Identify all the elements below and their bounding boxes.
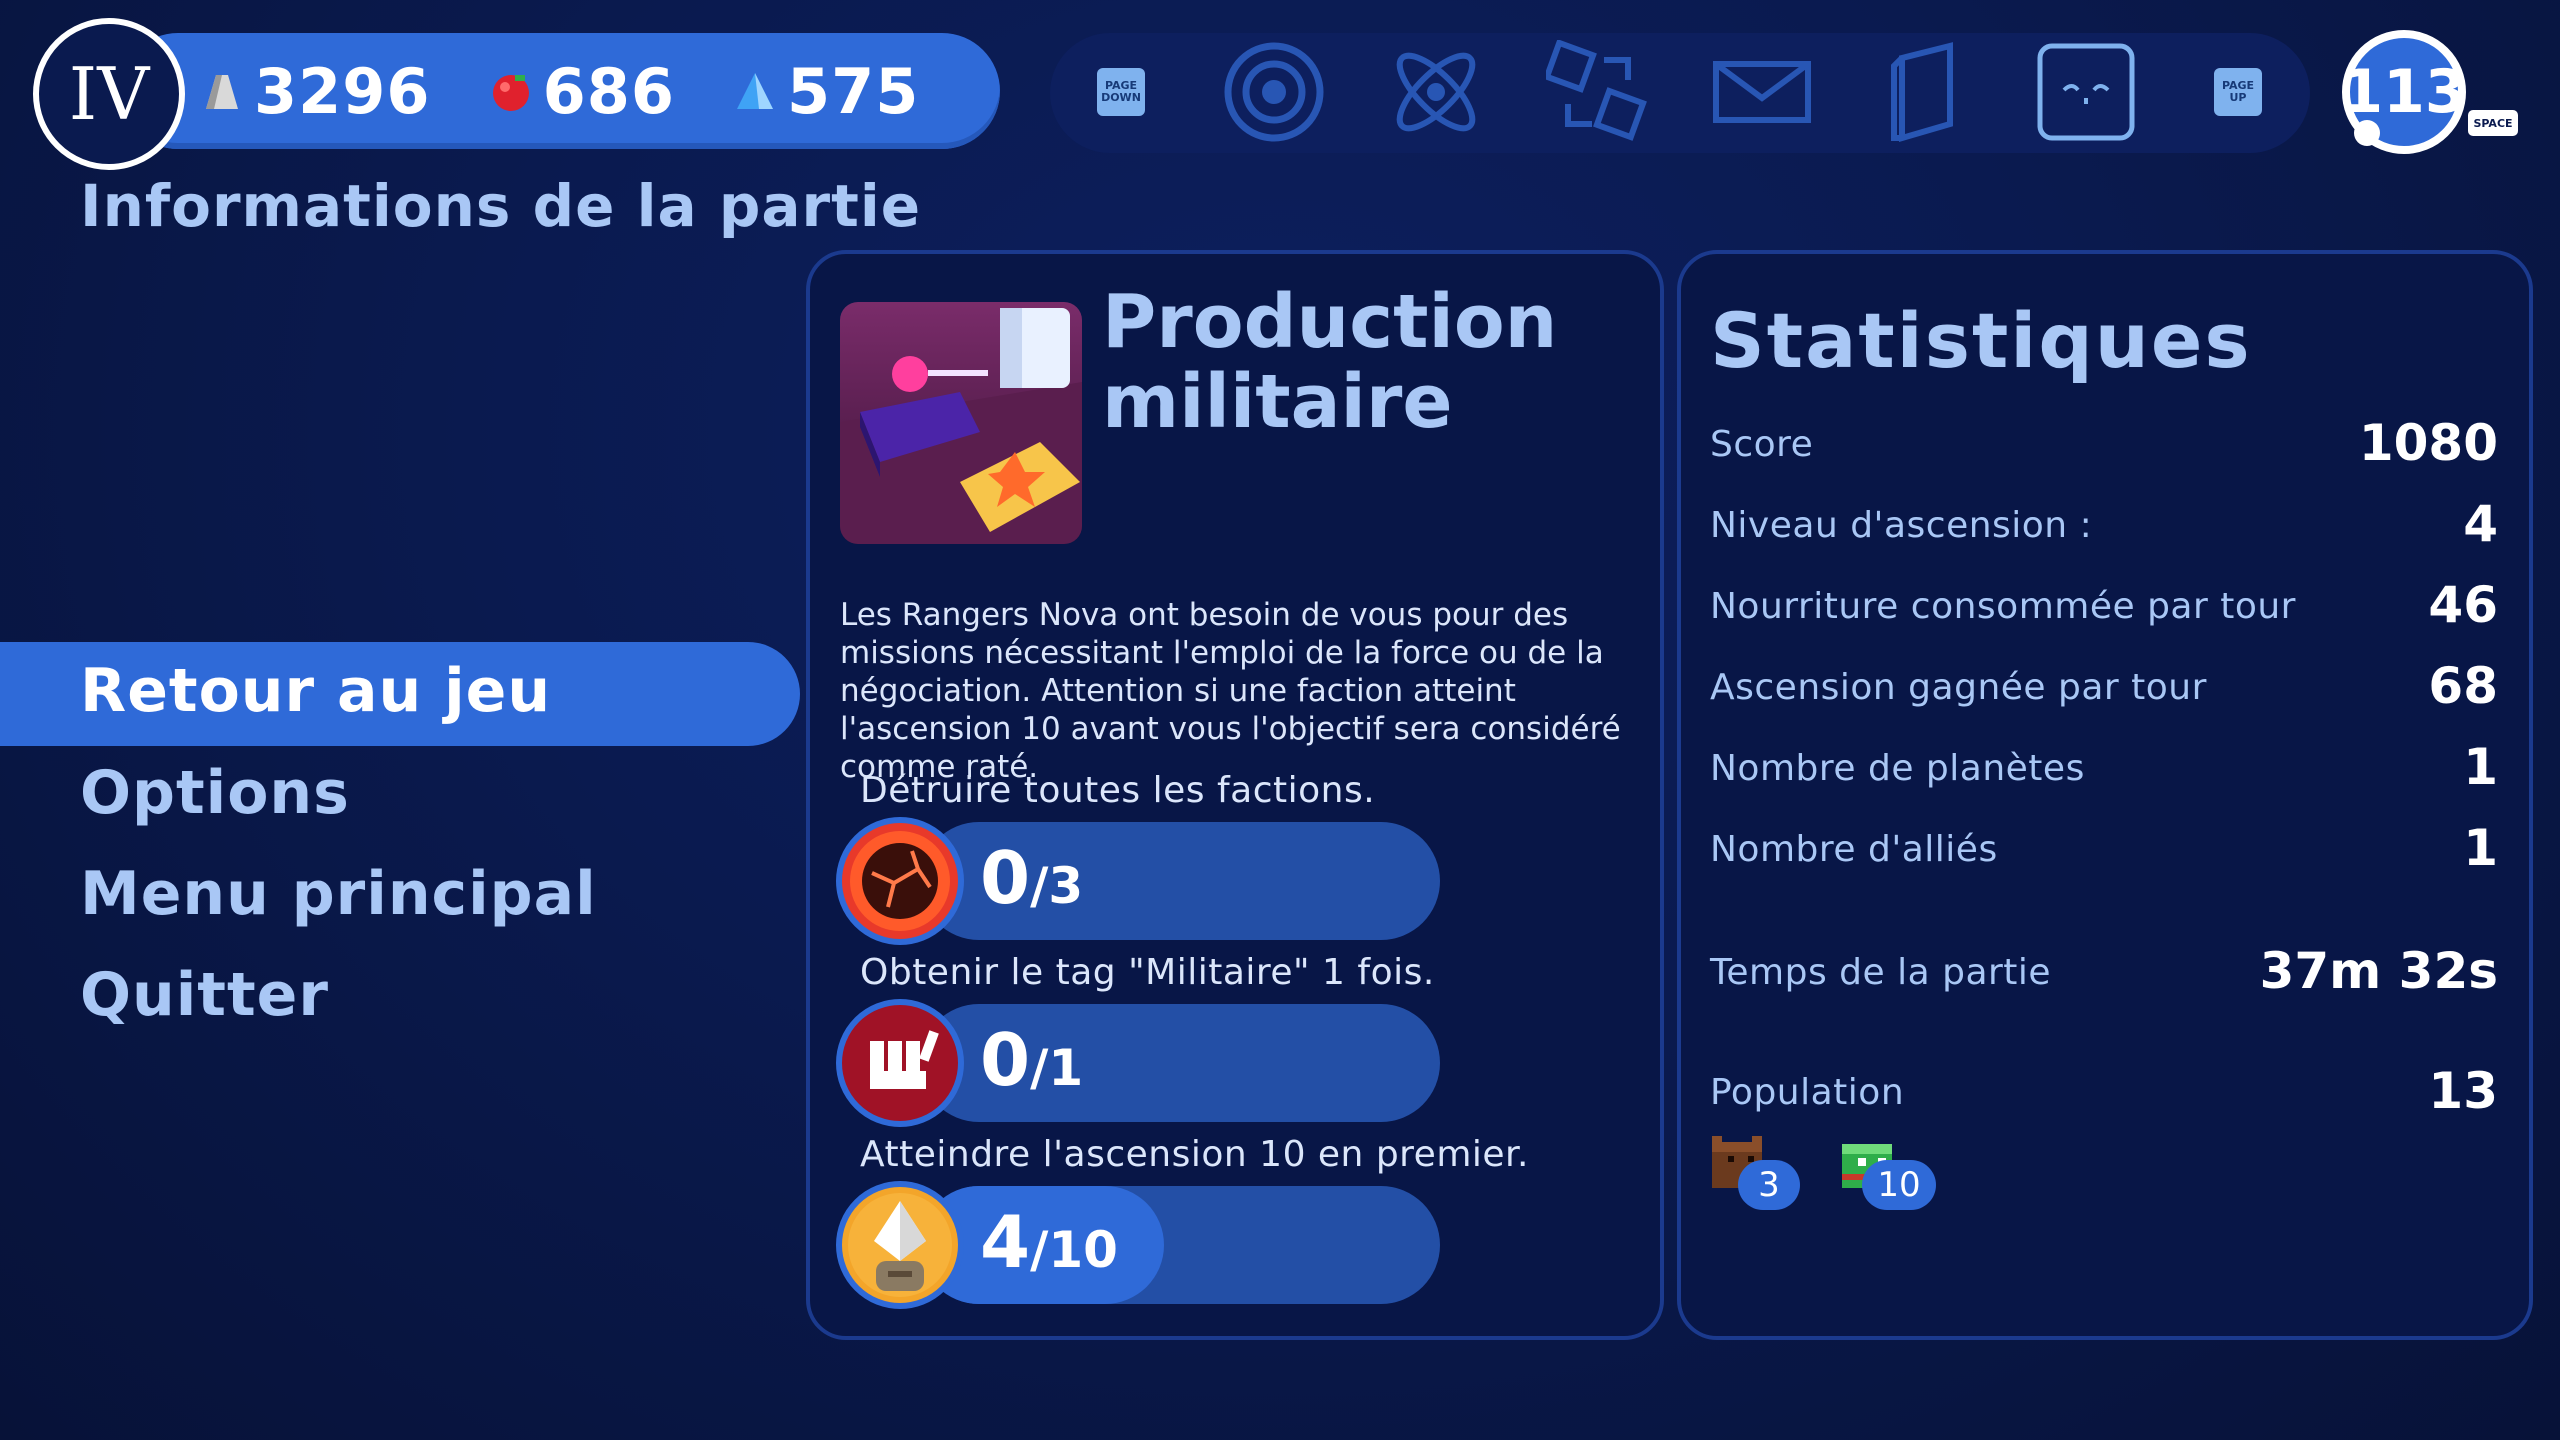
resource-bar: 3296 686 575 (120, 33, 1000, 149)
production-icon (206, 75, 238, 109)
science-icon (736, 73, 773, 109)
turn-counter: 113 (2341, 57, 2467, 127)
ascension-crystal-icon (836, 1181, 964, 1309)
trade-cubes-icon[interactable] (1546, 40, 1650, 144)
stat-label-ascension-level: Niveau d'ascension : (1710, 505, 2093, 546)
menu-item-back-to-game[interactable]: Retour au jeu (80, 656, 551, 726)
goal-count: 0/1 (980, 1018, 1084, 1102)
destroy-planet-icon (836, 817, 964, 945)
stat-value-ascension-level: 4 (2463, 495, 2498, 553)
food-value: 686 (542, 54, 675, 128)
stat-value-allies: 1 (2463, 819, 2498, 877)
objective-description: Les Rangers Nova ont besoin de vous pour… (840, 597, 1621, 785)
page-down-key[interactable]: PAGE DOWN (1069, 40, 1173, 144)
military-fist-icon (836, 999, 964, 1127)
menu-item-quit[interactable]: Quitter (80, 960, 329, 1030)
resource-production: 3296 (200, 55, 431, 128)
goal-label-military-tag: Obtenir le tag "Militaire" 1 fois. (860, 952, 1435, 993)
stats-title: Statistiques (1710, 296, 2252, 385)
goal-count: 4/10 (980, 1200, 1118, 1284)
stat-value-population: 13 (2428, 1062, 2498, 1120)
objective-illustration (840, 302, 1082, 544)
science-value: 575 (786, 54, 920, 128)
species-count-badge: 10 (1862, 1160, 1936, 1210)
stat-value-ascension-per-turn: 68 (2428, 657, 2498, 715)
stat-label-population: Population (1710, 1072, 1905, 1113)
resource-food: 686 (489, 55, 675, 128)
objective-title: Production militaire (1102, 279, 1558, 445)
stat-label-allies: Nombre d'alliés (1710, 829, 1998, 870)
stat-value-game-time: 37m 32s (2259, 942, 2498, 1000)
stat-label-planets: Nombre de planètes (1710, 748, 2085, 789)
mail-icon[interactable] (1710, 40, 1814, 144)
goal-label-ascension: Atteindre l'ascension 10 en premier. (860, 1134, 1529, 1175)
stat-value-score: 1080 (2358, 414, 2498, 472)
era-label: IV (68, 52, 150, 136)
stat-label-score: Score (1710, 424, 1814, 465)
production-value: 3296 (254, 54, 431, 128)
stat-label-ascension-per-turn: Ascension gagnée par tour (1710, 667, 2207, 708)
space-key-hint: SPACE (2468, 110, 2518, 136)
food-icon (492, 75, 529, 111)
era-indicator[interactable]: IV (33, 18, 185, 170)
page-up-key[interactable]: PAGE UP (2186, 40, 2290, 144)
atom-icon[interactable] (1384, 40, 1488, 144)
species-count-badge: 3 (1738, 1160, 1800, 1210)
galaxy-icon[interactable] (1222, 40, 1326, 144)
face-icon[interactable] (2034, 40, 2138, 144)
menu-item-options[interactable]: Options (80, 758, 350, 828)
stat-label-game-time: Temps de la partie (1710, 952, 2052, 993)
stat-label-food-per-turn: Nourriture consommée par tour (1710, 586, 2296, 627)
turn-progress-dot (2354, 120, 2380, 146)
menu-item-main-menu[interactable]: Menu principal (80, 859, 597, 929)
stat-value-food-per-turn: 46 (2428, 576, 2498, 634)
stat-value-planets: 1 (2463, 738, 2498, 796)
page-title: Informations de la partie (80, 172, 922, 240)
resource-science: 575 (733, 55, 919, 128)
goal-count: 0/3 (980, 836, 1084, 920)
goal-label-destroy: Détruire toutes les factions. (860, 770, 1376, 811)
codex-book-icon[interactable] (1872, 40, 1976, 144)
